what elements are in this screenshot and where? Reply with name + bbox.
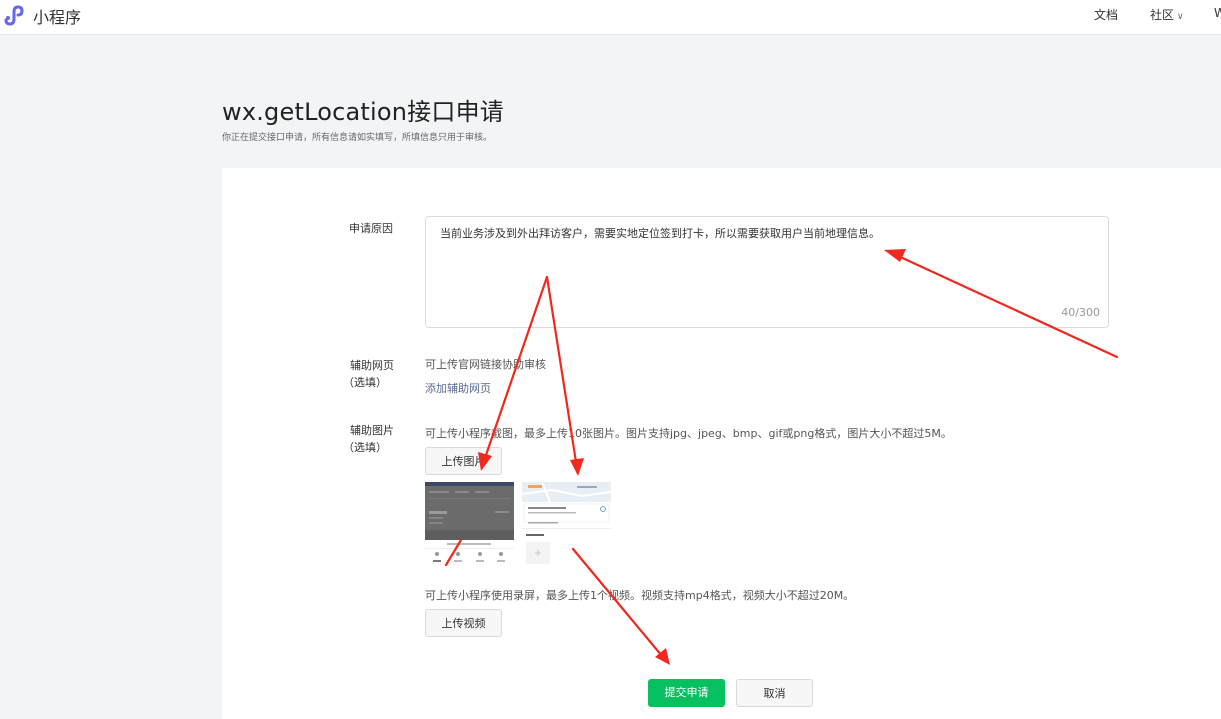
nav-truncated-item[interactable]: W	[1214, 6, 1221, 20]
thumbnail-1-preview	[425, 482, 514, 562]
webpage-label-text: 辅助网页	[350, 359, 394, 372]
page-subtitle: 你正在提交接口申请，所有信息请如实填写，所填信息只用于审核。	[222, 133, 493, 143]
images-hint: 可上传小程序截图，最多上传10张图片。图片支持jpg、jpeg、bmp、gif或…	[425, 427, 952, 440]
video-hint: 可上传小程序使用录屏，最多上传1个视频。视频支持mp4格式，视频大小不超过20M…	[425, 589, 855, 602]
submit-application-button[interactable]: 提交申请	[648, 679, 725, 707]
images-optional-text: （选填）	[343, 441, 387, 454]
uploaded-image-thumbnail-2[interactable]	[522, 482, 611, 567]
page-title: wx.getLocation接口申请	[222, 98, 504, 126]
add-webpage-link[interactable]: 添加辅助网页	[425, 380, 491, 396]
upload-image-button[interactable]: 上传图片	[425, 447, 502, 475]
reason-label: 申请原因	[349, 222, 393, 235]
nav-community-label: 社区	[1150, 8, 1175, 22]
reason-text: 当前业务涉及到外出拜访客户，需要实地定位签到打卡，所以需要获取用户当前地理信息。	[440, 227, 880, 240]
nav-docs-link[interactable]: 文档	[1094, 6, 1118, 23]
webpage-label: 辅助网页 （选填）	[343, 357, 394, 391]
nav-community-menu[interactable]: 社区 ∨	[1150, 6, 1184, 23]
cancel-button[interactable]: 取消	[736, 679, 813, 707]
reason-textarea[interactable]: 当前业务涉及到外出拜访客户，需要实地定位签到打卡，所以需要获取用户当前地理信息。…	[425, 216, 1109, 328]
uploaded-image-thumbnail-1[interactable]	[425, 482, 514, 567]
webpage-optional-text: （选填）	[343, 376, 387, 389]
mini-program-logo-icon[interactable]	[2, 3, 26, 27]
brand-name[interactable]: 小程序	[33, 4, 81, 28]
upload-video-button[interactable]: 上传视频	[425, 609, 502, 637]
images-label: 辅助图片 （选填）	[343, 422, 394, 456]
chevron-down-icon: ∨	[1177, 12, 1184, 22]
images-label-text: 辅助图片	[350, 424, 394, 437]
reason-char-count: 40/300	[1061, 306, 1100, 319]
webpage-hint: 可上传官网链接协助审核	[425, 358, 546, 371]
top-bar: 小程序 文档 社区 ∨ W	[0, 0, 1221, 35]
thumbnail-2-preview	[522, 482, 611, 564]
